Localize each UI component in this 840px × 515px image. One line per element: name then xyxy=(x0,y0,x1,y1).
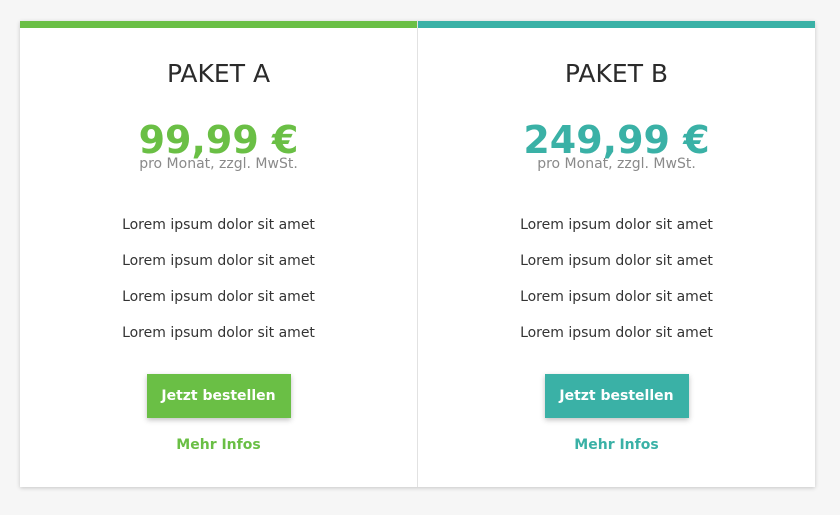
feature-list: Lorem ipsum dolor sit amet Lorem ipsum d… xyxy=(418,207,815,351)
more-info-link[interactable]: Mehr Infos xyxy=(418,435,815,455)
order-button[interactable]: Jetzt bestellen xyxy=(544,374,689,418)
feature-item: Lorem ipsum dolor sit amet xyxy=(520,325,713,341)
card-accent-bar xyxy=(418,21,815,28)
feature-item: Lorem ipsum dolor sit amet xyxy=(520,217,713,233)
price-note: pro Monat, zzgl. MwSt. xyxy=(537,156,696,172)
feature-item: Lorem ipsum dolor sit amet xyxy=(520,289,713,305)
feature-item: Lorem ipsum dolor sit amet xyxy=(122,289,315,305)
feature-list: Lorem ipsum dolor sit amet Lorem ipsum d… xyxy=(20,207,417,351)
package-title: PAKET B xyxy=(564,59,669,88)
price-note: pro Monat, zzgl. MwSt. xyxy=(139,156,298,172)
feature-item: Lorem ipsum dolor sit amet xyxy=(122,325,315,341)
pricing-table: PAKET A 99,99 € pro Monat, zzgl. MwSt. L… xyxy=(20,21,815,487)
order-button[interactable]: Jetzt bestellen xyxy=(146,374,291,418)
pricing-card-paket-b: PAKET B 249,99 € pro Monat, zzgl. MwSt. … xyxy=(417,21,815,487)
feature-item: Lorem ipsum dolor sit amet xyxy=(520,253,713,269)
feature-item: Lorem ipsum dolor sit amet xyxy=(122,217,315,233)
pricing-card-paket-a: PAKET A 99,99 € pro Monat, zzgl. MwSt. L… xyxy=(20,21,417,487)
card-accent-bar xyxy=(20,21,417,28)
package-title: PAKET A xyxy=(166,59,271,88)
more-info-link[interactable]: Mehr Infos xyxy=(20,435,417,455)
feature-item: Lorem ipsum dolor sit amet xyxy=(122,253,315,269)
